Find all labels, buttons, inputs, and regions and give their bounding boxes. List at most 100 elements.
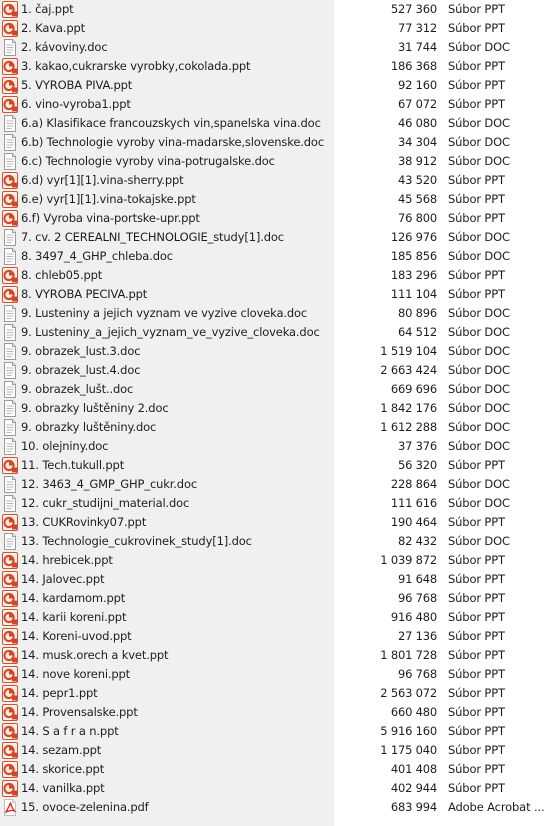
file-name[interactable]: 6.b) Technologie vyroby vina-madarske,sl… — [21, 133, 333, 152]
file-row[interactable]: 6. vino-vyroba1.ppt 67 072 Súbor PPT — [0, 95, 554, 114]
file-type: Súbor PPT — [448, 686, 505, 700]
ppt-file-icon — [2, 96, 18, 113]
file-name[interactable]: 5. VYROBA PIVA.ppt — [21, 76, 333, 95]
file-row[interactable]: 13. CUKRovinky07.ppt 190 464 Súbor PPT — [0, 513, 554, 532]
file-name[interactable]: 15. ovoce-zelenina.pdf — [21, 798, 333, 817]
file-size: 683 994 — [390, 800, 437, 814]
file-row[interactable]: 13. Technologie_cukrovinek_study[1].doc 8… — [0, 532, 554, 551]
file-name[interactable]: 9. obrazek_lust.3.doc — [21, 342, 333, 361]
file-row[interactable]: 9. obrazek_lust.4.doc 2 663 424 Súbor DOC — [0, 361, 554, 380]
file-name[interactable]: 9. obrazky luštěniny.doc — [21, 418, 333, 437]
file-name[interactable]: 9. obrazek_lušt..doc — [21, 380, 333, 399]
file-row[interactable]: 1. čaj.ppt 527 360 Súbor PPT — [0, 0, 554, 19]
file-row[interactable]: 6.b) Technologie vyroby vina-madarske,sl… — [0, 133, 554, 152]
file-row[interactable]: 2. kávoviny.doc 31 744 Súbor DOC — [0, 38, 554, 57]
file-name[interactable]: 7. cv. 2 CEREALNI_TECHNOLOGIE_study[1].d… — [21, 228, 333, 247]
file-row[interactable]: 6.f) Vyroba vina-portske-upr.ppt 76 800 Sú… — [0, 209, 554, 228]
file-name[interactable]: 2. Kava.ppt — [21, 19, 333, 38]
file-row[interactable]: 14. musk.orech a kvet.ppt 1 801 728 Súbor … — [0, 646, 554, 665]
file-name[interactable]: 14. hrebicek.ppt — [21, 551, 333, 570]
file-row[interactable]: 14. Provensalske.ppt 660 480 Súbor PPT — [0, 703, 554, 722]
file-row[interactable]: 9. obrazky luštěniny 2.doc 1 842 176 Súbor… — [0, 399, 554, 418]
file-name[interactable]: 12. cukr_studijni_material.doc — [21, 494, 333, 513]
file-row[interactable]: 14. kardamom.ppt 96 768 Súbor PPT — [0, 589, 554, 608]
file-row[interactable]: 14. hrebicek.ppt 1 039 872 Súbor PPT — [0, 551, 554, 570]
file-row[interactable]: 11. Tech.tukull.ppt 56 320 Súbor PPT — [0, 456, 554, 475]
file-row[interactable]: 9. obrazek_lušt..doc 669 696 Súbor DOC — [0, 380, 554, 399]
file-row[interactable]: 9. Lusteniny_a_jejich_vyznam_ve_vyzive_c… — [0, 323, 554, 342]
file-name[interactable]: 12. 3463_4_GMP_GHP_cukr.doc — [21, 475, 333, 494]
ppt-file-icon — [2, 172, 18, 189]
file-name[interactable]: 14. musk.orech a kvet.ppt — [21, 646, 333, 665]
file-type: Súbor DOC — [448, 249, 510, 263]
file-name[interactable]: 2. kávoviny.doc — [21, 38, 333, 57]
file-name[interactable]: 14. skorice.ppt — [21, 760, 333, 779]
file-size: 1 175 040 — [380, 743, 437, 757]
file-name[interactable]: 14. Jalovec.ppt — [21, 570, 333, 589]
file-name[interactable]: 9. obrazek_lust.4.doc — [21, 361, 333, 380]
file-row[interactable]: 8. 3497_4_GHP_chleba.doc 185 856 Súbor DOC — [0, 247, 554, 266]
file-row[interactable]: 15. ovoce-zelenina.pdf 683 994 Adobe Acrob… — [0, 798, 554, 817]
ppt-file-icon — [2, 286, 18, 303]
file-row[interactable]: 10. olejniny.doc 37 376 Súbor DOC — [0, 437, 554, 456]
file-name[interactable]: 14. vanilka.ppt — [21, 779, 333, 798]
file-row[interactable]: 3. kakao,cukrarske vyrobky,cokolada.ppt 1… — [0, 57, 554, 76]
file-row[interactable]: 14. nove koreni.ppt 96 768 Súbor PPT — [0, 665, 554, 684]
file-row[interactable]: 6.c) Technologie vyroby vina-potrugalske… — [0, 152, 554, 171]
file-row[interactable]: 6.d) vyr[1][1].vina-sherry.ppt 43 520 Súbo… — [0, 171, 554, 190]
file-name[interactable]: 9. obrazky luštěniny 2.doc — [21, 399, 333, 418]
file-row[interactable]: 12. 3463_4_GMP_GHP_cukr.doc 228 864 Súbor … — [0, 475, 554, 494]
ppt-file-icon — [2, 514, 18, 531]
file-name[interactable]: 14. sezam.ppt — [21, 741, 333, 760]
file-name[interactable]: 14. Provensalske.ppt — [21, 703, 333, 722]
file-name[interactable]: 10. olejniny.doc — [21, 437, 333, 456]
file-name[interactable]: 13. Technologie_cukrovinek_study[1].doc — [21, 532, 333, 551]
file-row[interactable]: 8. VYROBA PECIVA.ppt 111 104 Súbor PPT — [0, 285, 554, 304]
file-name[interactable]: 6.e) vyr[1][1].vina-tokajske.ppt — [21, 190, 333, 209]
file-name[interactable]: 9. Lusteniny_a_jejich_vyznam_ve_vyzive_c… — [21, 323, 333, 342]
file-name[interactable]: 8. 3497_4_GHP_chleba.doc — [21, 247, 333, 266]
file-name[interactable]: 14. nove koreni.ppt — [21, 665, 333, 684]
file-name[interactable]: 14. pepr1.ppt — [21, 684, 333, 703]
file-row[interactable]: 14. pepr1.ppt 2 563 072 Súbor PPT — [0, 684, 554, 703]
file-name[interactable]: 3. kakao,cukrarske vyrobky,cokolada.ppt — [21, 57, 333, 76]
file-size: 77 312 — [397, 21, 437, 35]
file-name[interactable]: 6. vino-vyroba1.ppt — [21, 95, 333, 114]
file-name[interactable]: 6.f) Vyroba vina-portske-upr.ppt — [21, 209, 333, 228]
file-name[interactable]: 14. kardamom.ppt — [21, 589, 333, 608]
file-row[interactable]: 8. chleb05.ppt 183 296 Súbor PPT — [0, 266, 554, 285]
file-row[interactable]: 6.a) Klasifikace francouzskych vin,spane… — [0, 114, 554, 133]
file-name[interactable]: 14. karii koreni.ppt — [21, 608, 333, 627]
file-name[interactable]: 6.a) Klasifikace francouzskych vin,spane… — [21, 114, 333, 133]
file-row[interactable]: 14. S a f r a n.ppt 5 916 160 Súbor PPT — [0, 722, 554, 741]
file-row[interactable]: 14. Jalovec.ppt 91 648 Súbor PPT — [0, 570, 554, 589]
doc-file-icon — [2, 362, 18, 379]
file-size: 91 648 — [397, 572, 437, 586]
file-name[interactable]: 1. čaj.ppt — [21, 0, 333, 19]
file-name[interactable]: 13. CUKRovinky07.ppt — [21, 513, 333, 532]
file-name[interactable]: 6.c) Technologie vyroby vina-potrugalske… — [21, 152, 333, 171]
file-row[interactable]: 9. obrazky luštěniny.doc 1 612 288 Súbor D… — [0, 418, 554, 437]
file-row[interactable]: 9. obrazek_lust.3.doc 1 519 104 Súbor DOC — [0, 342, 554, 361]
file-name[interactable]: 8. chleb05.ppt — [21, 266, 333, 285]
file-name[interactable]: 8. VYROBA PECIVA.ppt — [21, 285, 333, 304]
file-size: 38 912 — [397, 154, 437, 168]
file-name[interactable]: 11. Tech.tukull.ppt — [21, 456, 333, 475]
file-name[interactable]: 14. S a f r a n.ppt — [21, 722, 333, 741]
file-name[interactable]: 9. Lusteniny a jejich vyznam ve vyzive c… — [21, 304, 333, 323]
file-row[interactable]: 9. Lusteniny a jejich vyznam ve vyzive c… — [0, 304, 554, 323]
file-row[interactable]: 14. skorice.ppt 401 408 Súbor PPT — [0, 760, 554, 779]
file-row[interactable]: 5. VYROBA PIVA.ppt 92 160 Súbor PPT — [0, 76, 554, 95]
file-row[interactable]: 14. sezam.ppt 1 175 040 Súbor PPT — [0, 741, 554, 760]
file-size: 1 519 104 — [380, 344, 437, 358]
file-row[interactable]: 7. cv. 2 CEREALNI_TECHNOLOGIE_study[1].d… — [0, 228, 554, 247]
file-type: Súbor DOC — [448, 40, 510, 54]
file-row[interactable]: 14. karii koreni.ppt 916 480 Súbor PPT — [0, 608, 554, 627]
file-row[interactable]: 14. vanilka.ppt 402 944 Súbor PPT — [0, 779, 554, 798]
file-row[interactable]: 2. Kava.ppt 77 312 Súbor PPT — [0, 19, 554, 38]
file-row[interactable]: 14. Koreni-uvod.ppt 27 136 Súbor PPT — [0, 627, 554, 646]
file-row[interactable]: 6.e) vyr[1][1].vina-tokajske.ppt 45 568 Sú… — [0, 190, 554, 209]
file-row[interactable]: 12. cukr_studijni_material.doc 111 616 Súb… — [0, 494, 554, 513]
file-name[interactable]: 14. Koreni-uvod.ppt — [21, 627, 333, 646]
file-name[interactable]: 6.d) vyr[1][1].vina-sherry.ppt — [21, 171, 333, 190]
